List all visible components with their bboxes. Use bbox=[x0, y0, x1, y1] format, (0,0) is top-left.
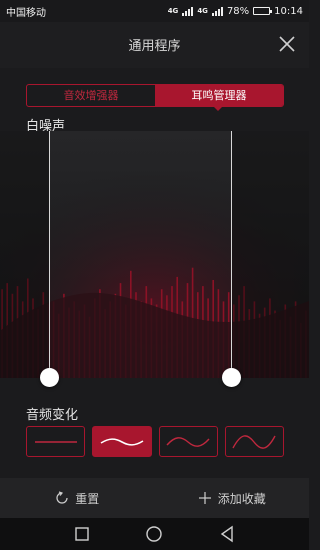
high-cutoff-line bbox=[231, 131, 233, 378]
page-title: 通用程序 bbox=[128, 39, 181, 54]
modulation-option-strong[interactable] bbox=[224, 426, 284, 457]
modulation-option-medium[interactable] bbox=[158, 426, 218, 457]
low-cutoff-slider-handle[interactable] bbox=[39, 368, 59, 387]
spectrum-chart bbox=[0, 131, 309, 378]
bottom-action-bar: 重置 添加收藏 bbox=[0, 478, 309, 518]
back-button[interactable] bbox=[217, 524, 237, 544]
system-nav-bar bbox=[0, 518, 309, 550]
add-favorite-button[interactable]: 添加收藏 bbox=[155, 478, 310, 518]
tab-sound-enhancer[interactable]: 音效增强器 bbox=[27, 85, 155, 106]
white-noise-spectrum bbox=[0, 131, 309, 378]
battery-icon bbox=[253, 7, 273, 15]
reset-label: 重置 bbox=[75, 491, 100, 506]
reset-icon bbox=[56, 491, 68, 504]
modulation-option-gentle[interactable] bbox=[92, 426, 152, 457]
battery-percent: 78% bbox=[226, 5, 250, 17]
title-bar: 通用程序 bbox=[0, 22, 309, 68]
plus-icon bbox=[198, 492, 211, 504]
reset-button[interactable]: 重置 bbox=[0, 478, 155, 518]
low-cutoff-line bbox=[48, 131, 50, 378]
signal-icon bbox=[182, 6, 194, 16]
mode-segmented-control: 音效增强器 耳鸣管理器 bbox=[26, 84, 284, 107]
back-triangle-icon bbox=[220, 525, 233, 543]
add-favorite-label: 添加收藏 bbox=[217, 491, 266, 506]
cutoff-shade-low bbox=[0, 131, 50, 378]
clock: 10:14 bbox=[274, 5, 303, 17]
gentle-wave-icon bbox=[100, 437, 144, 446]
tab-tinnitus-manager[interactable]: 耳鸣管理器 bbox=[155, 85, 283, 106]
cutoff-shade-high bbox=[231, 131, 309, 378]
network-type-1: 4G bbox=[167, 6, 179, 15]
status-bar: 中国移动 4G 4G 78% 10:14 bbox=[0, 0, 309, 22]
home-button[interactable] bbox=[144, 524, 164, 544]
circle-icon bbox=[146, 526, 163, 542]
square-icon bbox=[75, 527, 89, 541]
medium-wave-icon bbox=[166, 436, 210, 447]
modulation-option-flat[interactable] bbox=[26, 426, 86, 457]
frequency-change-label: 音频变化 bbox=[26, 408, 79, 423]
recents-button[interactable] bbox=[72, 524, 92, 544]
selected-tab-pointer bbox=[213, 106, 223, 111]
signal-icon-2 bbox=[211, 6, 223, 16]
flat-line-icon bbox=[34, 440, 77, 443]
close-button[interactable] bbox=[277, 34, 297, 54]
carrier-name: 中国移动 bbox=[6, 7, 46, 19]
status-icons: 4G 4G 78% 10:14 bbox=[168, 6, 303, 17]
modulation-options bbox=[26, 426, 284, 457]
strong-wave-icon bbox=[232, 434, 276, 449]
close-icon bbox=[279, 36, 295, 52]
high-cutoff-slider-handle[interactable] bbox=[222, 368, 242, 387]
network-type-2: 4G bbox=[197, 6, 208, 15]
